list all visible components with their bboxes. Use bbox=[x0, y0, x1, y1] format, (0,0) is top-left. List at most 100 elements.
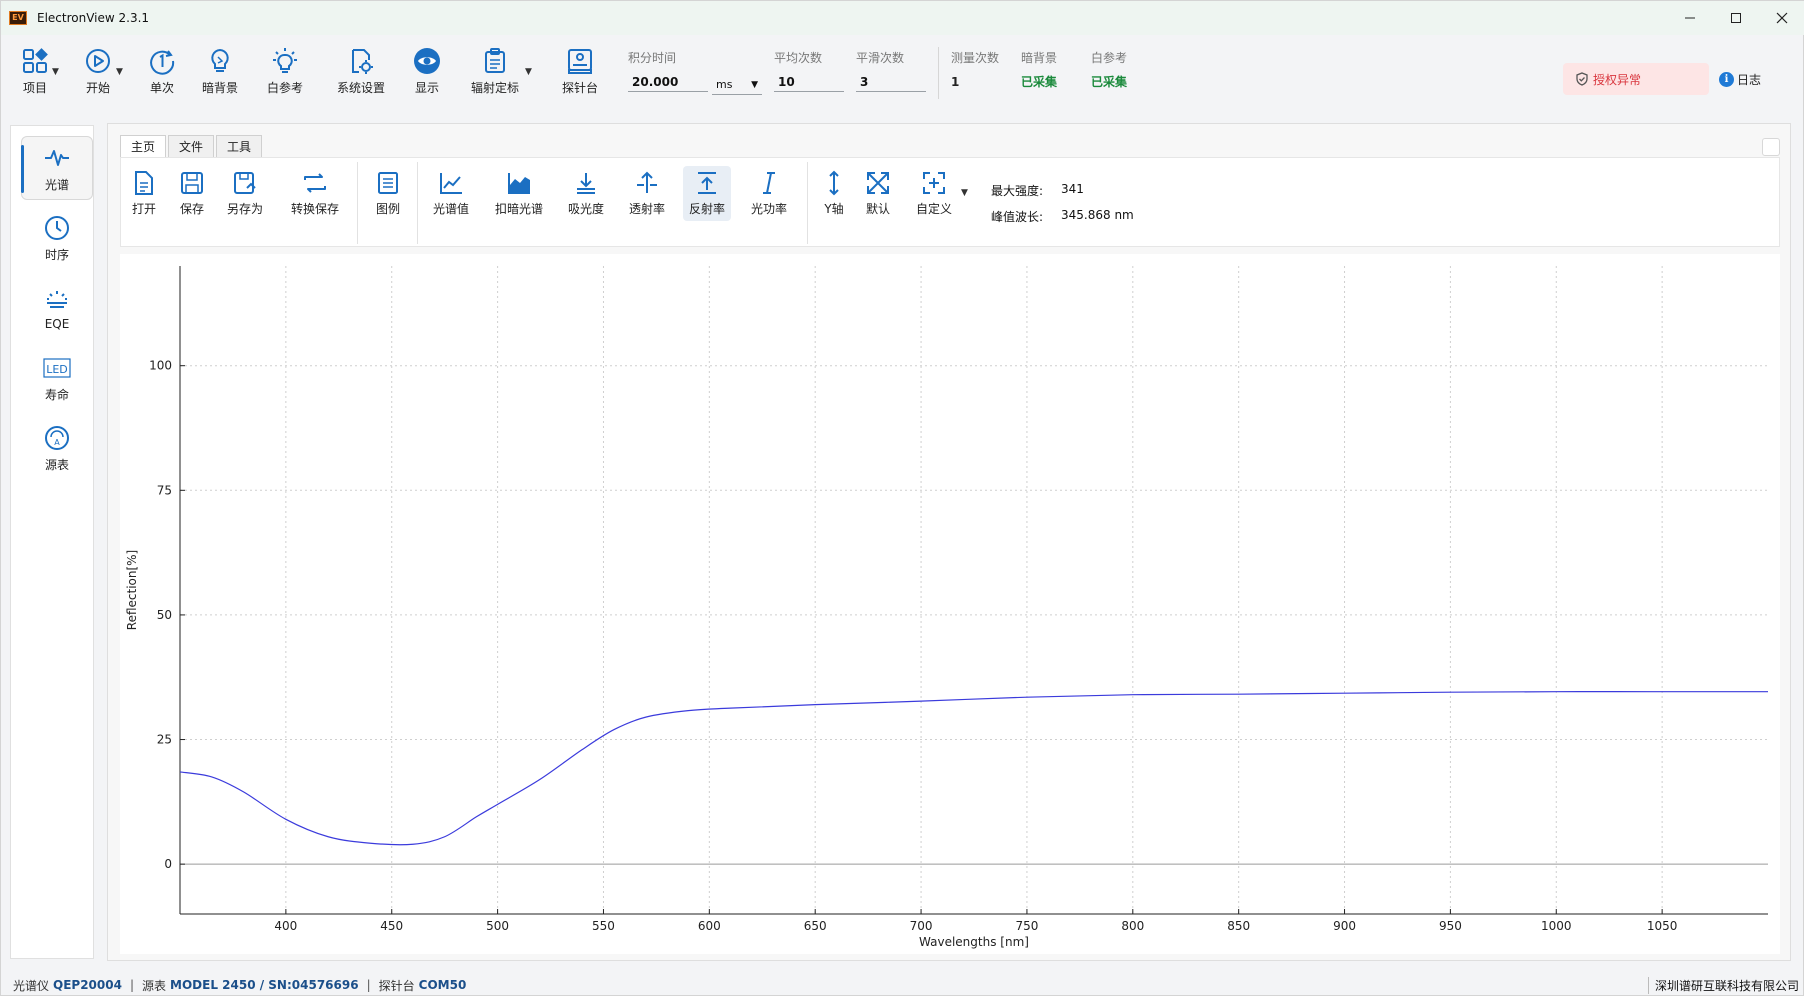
x-tick-label: 450 bbox=[380, 919, 403, 933]
unit-select[interactable]: ms ▼ bbox=[712, 69, 762, 95]
toolbar-divider bbox=[357, 162, 358, 244]
grid-icon bbox=[23, 48, 48, 73]
collapse-ribbon-button[interactable] bbox=[1762, 138, 1780, 156]
display-label: 显示 bbox=[414, 81, 439, 95]
tab-file[interactable]: 文件 bbox=[168, 135, 215, 157]
probe-station-status-value: COM50 bbox=[418, 978, 467, 992]
tab-tools[interactable]: 工具 bbox=[216, 135, 263, 157]
default-view-button[interactable]: 默认 bbox=[865, 170, 891, 217]
single-button[interactable]: 单次 bbox=[148, 47, 176, 96]
dark-background-status: 暗背景 已采集 bbox=[1021, 49, 1057, 92]
custom-view-dropdown-icon[interactable]: ▼ bbox=[961, 188, 968, 198]
nav-item-timing[interactable]: 时序 bbox=[21, 206, 93, 270]
absorbance-button[interactable]: 吸光度 bbox=[568, 170, 604, 217]
convert-save-label: 转换保存 bbox=[291, 202, 340, 216]
maximize-button[interactable] bbox=[1713, 1, 1759, 35]
nav-item-lifetime[interactable]: LED 寿命 bbox=[21, 346, 93, 410]
toolbar-divider bbox=[807, 162, 808, 244]
x-tick-label: 550 bbox=[592, 919, 615, 933]
display-button[interactable]: 显示 bbox=[413, 47, 441, 96]
convert-save-button[interactable]: 转换保存 bbox=[291, 170, 339, 217]
white-reference-button[interactable]: 白参考 bbox=[267, 47, 303, 96]
project-dropdown-icon[interactable]: ▼ bbox=[52, 67, 59, 77]
clock-icon bbox=[45, 215, 69, 240]
open-button[interactable]: 打开 bbox=[131, 170, 157, 217]
line-chart-icon bbox=[440, 173, 462, 194]
x-tick-label: 900 bbox=[1333, 919, 1356, 933]
log-button[interactable]: i 日志 bbox=[1719, 71, 1761, 88]
shield-icon bbox=[1576, 72, 1588, 86]
start-button[interactable]: 开始 bbox=[84, 47, 112, 96]
save-button[interactable]: 保存 bbox=[179, 170, 205, 217]
nav-item-eqe[interactable]: EQE bbox=[21, 276, 93, 340]
average-count-label: 平均次数 bbox=[774, 51, 823, 65]
bulb-icon bbox=[211, 48, 229, 72]
probe-station-label: 探针台 bbox=[562, 81, 599, 95]
license-status-badge[interactable]: 授权异常 bbox=[1563, 63, 1709, 95]
vertical-arrows-icon bbox=[829, 170, 839, 196]
reflection-chart[interactable]: 400 450 500 550 600 650 700 750 800 850 900 950 1000… bbox=[120, 254, 1780, 954]
minimize-icon bbox=[1685, 17, 1695, 19]
average-count-field: 平均次数 10 bbox=[774, 49, 844, 92]
maximize-icon bbox=[1731, 13, 1741, 23]
integration-time-input[interactable]: 20.000 bbox=[628, 72, 708, 92]
clipboard-icon bbox=[485, 48, 505, 73]
minimize-button[interactable] bbox=[1667, 1, 1713, 35]
start-dropdown-icon[interactable]: ▼ bbox=[116, 67, 123, 77]
gauge-icon: A bbox=[45, 425, 69, 450]
status-separator: | bbox=[129, 978, 135, 992]
open-file-icon bbox=[135, 171, 153, 195]
radiometric-calibration-button[interactable]: 辐射定标 bbox=[471, 47, 519, 96]
play-icon bbox=[86, 49, 110, 73]
open-label: 打开 bbox=[131, 202, 156, 216]
app-window: EV ElectronView 2.3.1 项目 ▼ 开始 ▼ 单次 暗背景 白… bbox=[0, 0, 1804, 996]
y-axis-button[interactable]: Y轴 bbox=[821, 170, 847, 217]
legend-label: 图例 bbox=[375, 202, 400, 216]
average-count-input[interactable]: 10 bbox=[774, 72, 844, 92]
spectrometer-label: 光谱仪 bbox=[13, 978, 50, 993]
white-reference-label: 白参考 bbox=[267, 81, 304, 95]
smooth-count-input[interactable]: 3 bbox=[856, 72, 926, 92]
dark-subtract-button[interactable]: 扣暗光谱 bbox=[495, 170, 543, 217]
main-panel: 主页 文件 工具 打开 保存 另存为 转换保存 图例 光谱值 扣暗光谱 吸光度 … bbox=[107, 123, 1791, 961]
radiometric-dropdown-icon[interactable]: ▼ bbox=[525, 67, 532, 77]
measure-count-label: 测量次数 bbox=[951, 51, 1000, 65]
transmittance-button[interactable]: 透射率 bbox=[629, 170, 665, 217]
x-tick-label: 1050 bbox=[1647, 919, 1678, 933]
save-as-button[interactable]: 另存为 bbox=[227, 170, 263, 217]
dark-background-button[interactable]: 暗背景 bbox=[202, 47, 238, 96]
chart-grid bbox=[180, 266, 1768, 914]
dark-subtract-label: 扣暗光谱 bbox=[495, 202, 544, 216]
license-status-text: 授权异常 bbox=[1593, 72, 1642, 87]
nav-item-sourcemeter[interactable]: A 源表 bbox=[21, 416, 93, 480]
nav-item-spectrum[interactable]: 光谱 bbox=[21, 136, 93, 200]
window-controls bbox=[1667, 1, 1804, 35]
white-reference-status-value: 已采集 bbox=[1091, 75, 1128, 89]
sunrise-icon bbox=[47, 291, 67, 308]
project-button[interactable]: 项目 bbox=[21, 47, 49, 96]
close-button[interactable] bbox=[1759, 1, 1804, 35]
system-settings-button[interactable]: 系统设置 bbox=[337, 47, 385, 96]
nav-label-timing: 时序 bbox=[44, 247, 69, 262]
custom-zoom-icon bbox=[923, 172, 945, 194]
project-label: 项目 bbox=[22, 81, 47, 95]
chart-ticks: 400 450 500 550 600 650 700 750 800 850 900 950 1000… bbox=[149, 359, 1677, 933]
legend-button[interactable]: 图例 bbox=[375, 170, 401, 217]
dark-background-status-value: 已采集 bbox=[1021, 75, 1058, 89]
system-settings-label: 系统设置 bbox=[337, 81, 386, 95]
spectrum-value-button[interactable]: 光谱值 bbox=[433, 170, 469, 217]
tab-home[interactable]: 主页 bbox=[120, 135, 167, 157]
x-tick-label: 400 bbox=[274, 919, 297, 933]
smooth-count-field: 平滑次数 3 bbox=[856, 49, 926, 92]
sourcemeter-value: MODEL 2450 / SN:04576696 bbox=[170, 978, 359, 992]
dark-background-label: 暗背景 bbox=[202, 81, 239, 95]
home-toolbar: 打开 保存 另存为 转换保存 图例 光谱值 扣暗光谱 吸光度 透射率 反射率 光… bbox=[120, 157, 1780, 247]
optical-power-button[interactable]: 光功率 bbox=[751, 170, 787, 217]
reflectance-button[interactable]: 反射率 bbox=[683, 166, 732, 221]
expand-icon bbox=[867, 172, 889, 194]
probe-station-button[interactable]: 探针台 bbox=[562, 47, 598, 96]
svg-text:A: A bbox=[54, 438, 60, 447]
measure-count-value: 1 bbox=[951, 75, 960, 89]
custom-view-button[interactable]: 自定义 bbox=[916, 170, 952, 217]
side-navigation: 光谱 时序 EQE LED 寿命 A 源表 bbox=[10, 125, 94, 959]
